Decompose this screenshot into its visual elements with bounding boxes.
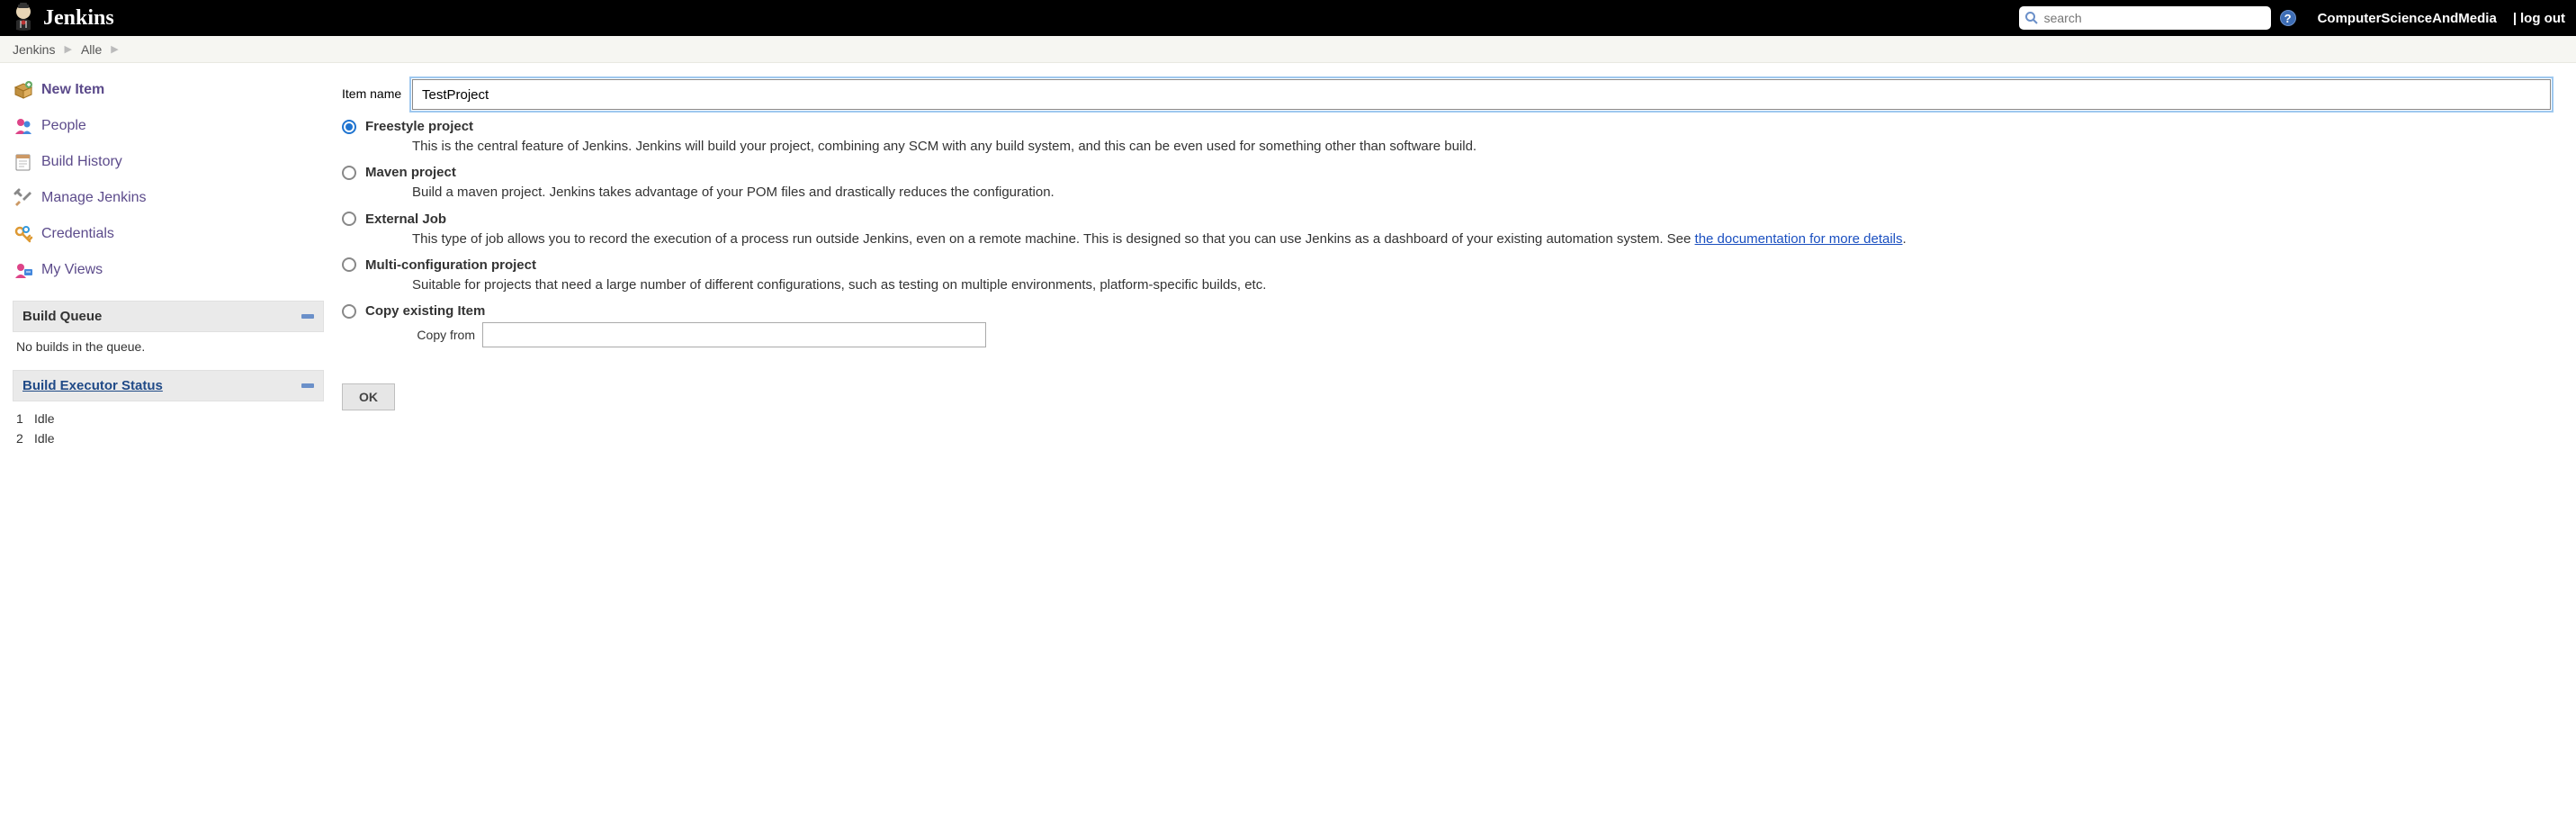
copy-from-input[interactable] [482, 322, 986, 347]
breadcrumb: Jenkins ▶ Alle ▶ [0, 36, 2576, 63]
chevron-right-icon: ▶ [64, 43, 71, 55]
keys-icon [13, 223, 34, 245]
box-plus-icon [13, 79, 34, 101]
search-input[interactable] [2019, 6, 2271, 30]
sidebar-item-label[interactable]: My Views [41, 262, 103, 278]
option-radio-maven[interactable] [342, 166, 356, 180]
build-executor-title-link[interactable]: Build Executor Status [22, 378, 163, 393]
main-panel: Item name Freestyle project This is the c… [333, 63, 2576, 454]
item-name-input[interactable] [412, 79, 2551, 110]
username-link[interactable]: ComputerScienceAndMedia [2318, 11, 2497, 26]
sidebar-item-label[interactable]: Credentials [41, 226, 114, 242]
option-maven: Maven project Build a maven project. Jenk… [342, 165, 2551, 202]
build-executor-header: Build Executor Status [13, 370, 324, 401]
option-radio-copy[interactable] [342, 304, 356, 319]
executor-state: Idle [34, 431, 55, 446]
tools-icon [13, 187, 34, 209]
option-description: This is the central feature of Jenkins. … [412, 138, 2551, 156]
search-icon [2024, 11, 2039, 25]
sidebar-item-build-history[interactable]: Build History [13, 146, 324, 182]
build-executor-pane: Build Executor Status 1Idle2Idle [13, 370, 324, 454]
option-title: External Job [365, 212, 446, 227]
option-external: External Job This type of job allows you … [342, 212, 2551, 248]
sidebar-item-my-views[interactable]: My Views [13, 254, 324, 290]
sidebar-item-people[interactable]: People [13, 110, 324, 146]
option-radio-external[interactable] [342, 212, 356, 226]
jenkins-butler-icon [11, 3, 36, 34]
build-queue-title: Build Queue [22, 309, 102, 324]
item-name-label: Item name [342, 79, 412, 101]
executor-index: 1 [16, 411, 34, 426]
ok-button[interactable]: OK [342, 383, 395, 410]
executor-state: Idle [34, 411, 55, 426]
breadcrumb-item[interactable]: Alle [81, 42, 102, 57]
option-title: Multi-configuration project [365, 257, 536, 273]
logo-text: Jenkins [43, 6, 114, 31]
searchbox [2019, 6, 2271, 30]
sidebar-item-label[interactable]: Manage Jenkins [41, 190, 147, 206]
logout-link[interactable]: |log out [2513, 11, 2565, 26]
sidebar-item-credentials[interactable]: Credentials [13, 218, 324, 254]
sidebar-item-new-item[interactable]: New Item [13, 74, 324, 110]
collapse-icon[interactable] [301, 383, 314, 388]
executor-index: 2 [16, 431, 34, 446]
help-icon[interactable]: ? [2280, 10, 2296, 26]
option-radio-matrix[interactable] [342, 257, 356, 272]
logo[interactable]: Jenkins [11, 3, 114, 34]
breadcrumb-item[interactable]: Jenkins [13, 42, 55, 57]
copy-from-label: Copy from [412, 328, 482, 342]
build-queue-empty: No builds in the queue. [16, 339, 320, 354]
option-copy: Copy existing Item Copy from [342, 303, 2551, 347]
collapse-icon[interactable] [301, 314, 314, 319]
option-radio-freestyle[interactable] [342, 120, 356, 134]
doc-link[interactable]: the documentation for more details [1695, 231, 1903, 247]
option-description: Build a maven project. Jenkins takes adv… [412, 184, 2551, 202]
executor-row: 2Idle [16, 428, 320, 448]
option-freestyle: Freestyle project This is the central fea… [342, 119, 2551, 156]
people-icon [13, 115, 34, 137]
top-header: Jenkins ? ComputerScienceAndMedia |log o… [0, 0, 2576, 36]
sidebar-item-label[interactable]: People [41, 118, 86, 134]
chevron-right-icon: ▶ [111, 43, 118, 55]
side-panel: New Item People Build History Manage Jenkin… [0, 63, 333, 454]
option-title: Maven project [365, 165, 456, 180]
option-title: Freestyle project [365, 119, 473, 134]
sidebar-item-label[interactable]: New Item [41, 82, 104, 98]
build-queue-pane: Build Queue No builds in the queue. [13, 301, 324, 359]
option-matrix: Multi-configuration project Suitable for … [342, 257, 2551, 294]
build-queue-header: Build Queue [13, 301, 324, 332]
sidebar-item-manage-jenkins[interactable]: Manage Jenkins [13, 182, 324, 218]
option-description: This type of job allows you to record th… [412, 230, 2551, 248]
user-view-icon [13, 259, 34, 281]
sidebar-item-label[interactable]: Build History [41, 154, 122, 170]
notepad-icon [13, 151, 34, 173]
option-description: Suitable for projects that need a large … [412, 276, 2551, 294]
executor-row: 1Idle [16, 409, 320, 428]
task-list: New Item People Build History Manage Jenkin… [13, 74, 324, 290]
option-title: Copy existing Item [365, 303, 485, 319]
